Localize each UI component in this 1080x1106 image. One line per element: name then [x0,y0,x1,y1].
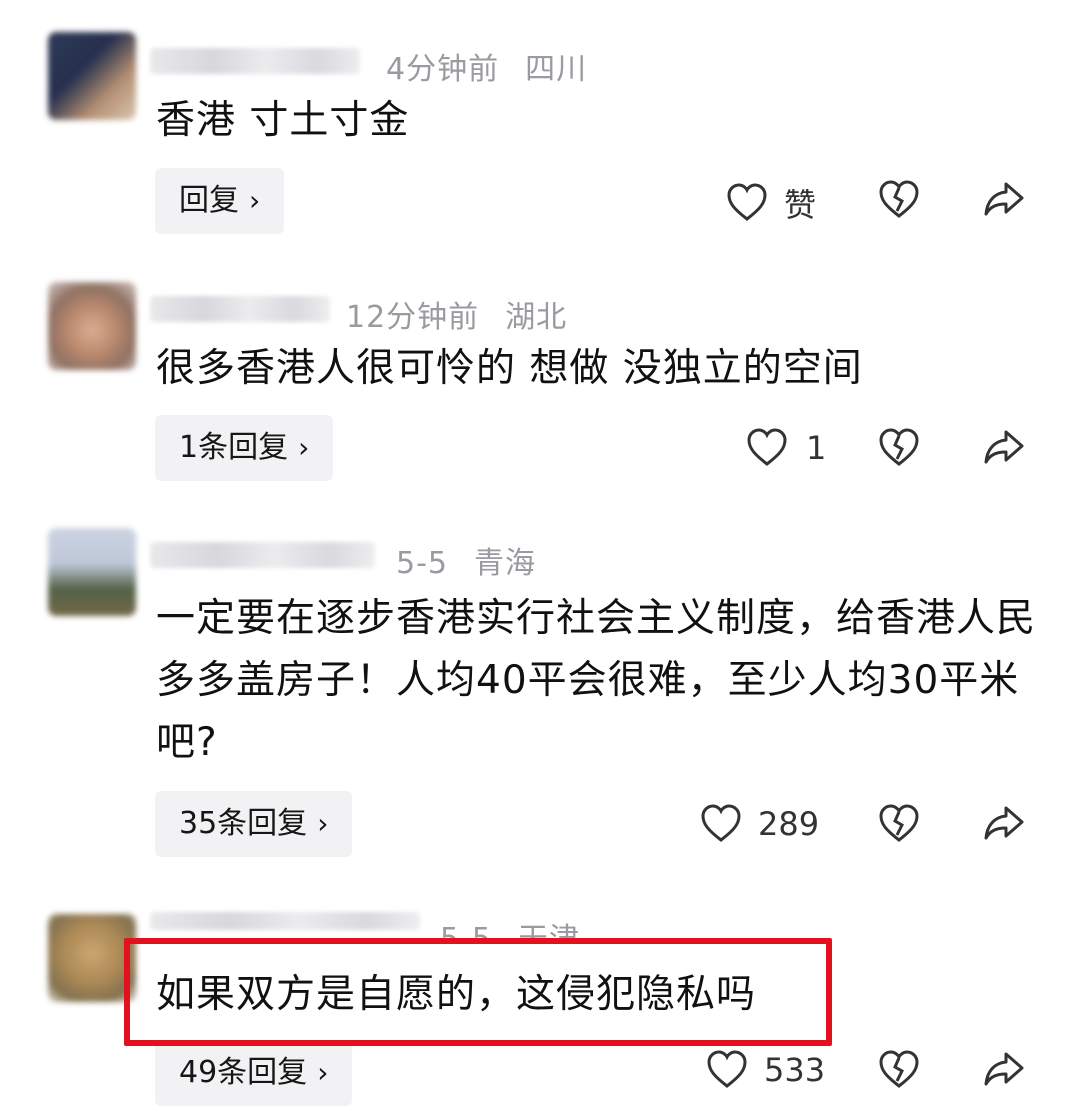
like-count: 1 [806,429,827,467]
avatar[interactable] [48,528,136,616]
dislike-button[interactable] [878,804,920,844]
share-button[interactable] [982,180,1026,220]
dislike-button[interactable] [878,428,920,468]
broken-heart-icon [879,804,919,842]
highlight-box [124,938,832,1046]
comment-location: 青海 [474,546,536,581]
broken-heart-icon [879,428,919,466]
comment-location: 湖北 [505,300,568,335]
username[interactable] [150,296,330,322]
like-count: 533 [764,1051,826,1089]
like-button[interactable]: 533 [706,1050,825,1090]
like-count: 289 [758,805,820,843]
like-button[interactable]: 289 [700,804,819,844]
comment-text: 很多香港人很可怜的 想做 没独立的空间 [156,346,863,391]
comment-meta: 4分钟前 四川 [386,44,587,88]
avatar[interactable] [48,282,136,370]
comment-meta: 5-5 青海 [396,538,536,582]
comment-time: 4分钟前 [386,52,500,87]
share-button[interactable] [982,1050,1026,1090]
chevron-right-icon: › [298,431,310,464]
share-icon [984,1052,1024,1086]
share-icon [984,182,1024,216]
share-button[interactable] [982,804,1026,844]
chevron-right-icon: › [317,807,329,840]
share-icon [984,806,1024,840]
dislike-button[interactable] [878,180,920,220]
comment-text: 香港 寸土寸金 [156,98,410,143]
reply-button[interactable]: 35条回复 › [155,791,353,857]
username[interactable] [150,912,420,930]
username[interactable] [150,542,375,568]
reply-button[interactable]: 回复 › [155,168,285,234]
like-count: 赞 [784,186,817,224]
avatar[interactable] [48,32,136,120]
reply-label: 1条回复 [179,430,289,465]
share-icon [984,430,1024,464]
reply-label: 35条回复 [179,806,308,841]
heart-icon [707,1050,747,1088]
share-button[interactable] [982,428,1026,468]
username[interactable] [150,48,360,74]
dislike-button[interactable] [878,1050,920,1090]
broken-heart-icon [879,1050,919,1088]
heart-icon [747,428,787,466]
like-button[interactable]: 1 [746,428,826,468]
comment-text: 一定要在逐步香港实行社会主义制度，给香港人民多多盖房子！人均40平会很难，至少人… [156,596,1037,765]
comment-meta: 12分钟前 湖北 [346,292,567,336]
broken-heart-icon [879,180,919,218]
comment-time: 12分钟前 [346,300,480,335]
reply-button[interactable]: 49条回复 › [155,1040,353,1106]
heart-icon [727,183,767,221]
reply-label: 回复 [179,183,239,218]
chevron-right-icon: › [317,1056,329,1089]
reply-label: 49条回复 [179,1055,308,1090]
heart-icon [701,804,741,842]
comment-time: 5-5 [396,546,448,581]
avatar[interactable] [48,914,136,1002]
like-button[interactable]: 赞 [726,180,816,226]
reply-button[interactable]: 1条回复 › [155,415,334,481]
comment-location: 四川 [525,52,588,87]
chevron-right-icon: › [249,184,261,217]
